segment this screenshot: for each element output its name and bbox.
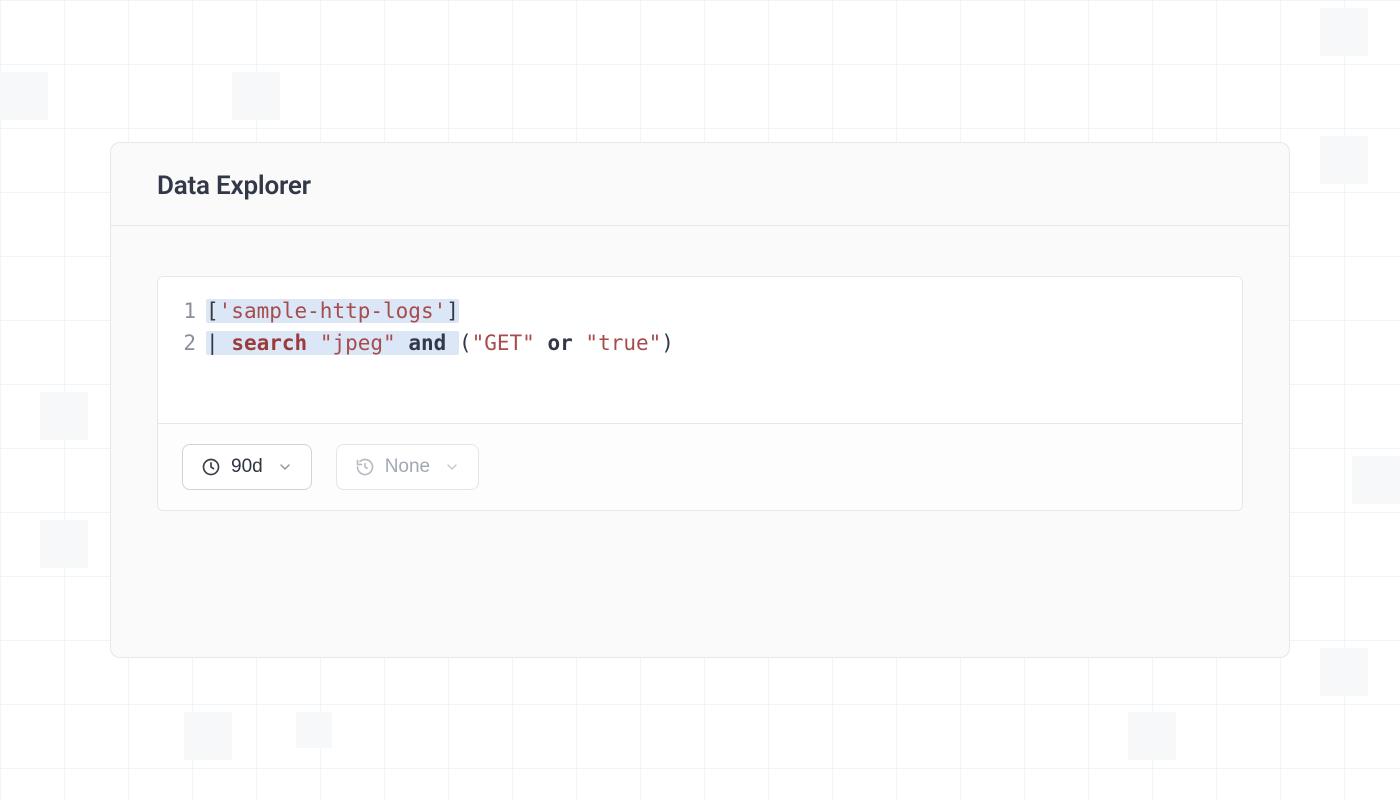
- editor-toolbar: 90d None: [158, 423, 1242, 510]
- panel-header: Data Explorer: [111, 143, 1289, 226]
- history-icon: [355, 457, 375, 477]
- chevron-down-icon: [444, 459, 460, 475]
- panel-title: Data Explorer: [157, 171, 1243, 201]
- code-area[interactable]: 1 ['sample-http-logs'] 2 | search "jpeg"…: [158, 277, 1242, 423]
- time-range-button[interactable]: 90d: [182, 444, 312, 490]
- code-line: 1 ['sample-http-logs']: [174, 295, 1226, 327]
- line-content[interactable]: ['sample-http-logs']: [206, 295, 459, 327]
- line-number: 1: [174, 295, 196, 327]
- compare-label: None: [385, 456, 430, 478]
- query-editor[interactable]: 1 ['sample-http-logs'] 2 | search "jpeg"…: [157, 276, 1243, 511]
- chevron-down-icon: [277, 459, 293, 475]
- data-explorer-panel: Data Explorer 1 ['sample-http-logs'] 2 |…: [110, 142, 1290, 658]
- code-line: 2 | search "jpeg" and ("GET" or "true"): [174, 327, 1226, 359]
- compare-button[interactable]: None: [336, 444, 479, 490]
- clock-icon: [201, 457, 221, 477]
- time-range-label: 90d: [231, 456, 263, 478]
- line-number: 2: [174, 327, 196, 359]
- line-content[interactable]: | search "jpeg" and ("GET" or "true"): [206, 327, 674, 359]
